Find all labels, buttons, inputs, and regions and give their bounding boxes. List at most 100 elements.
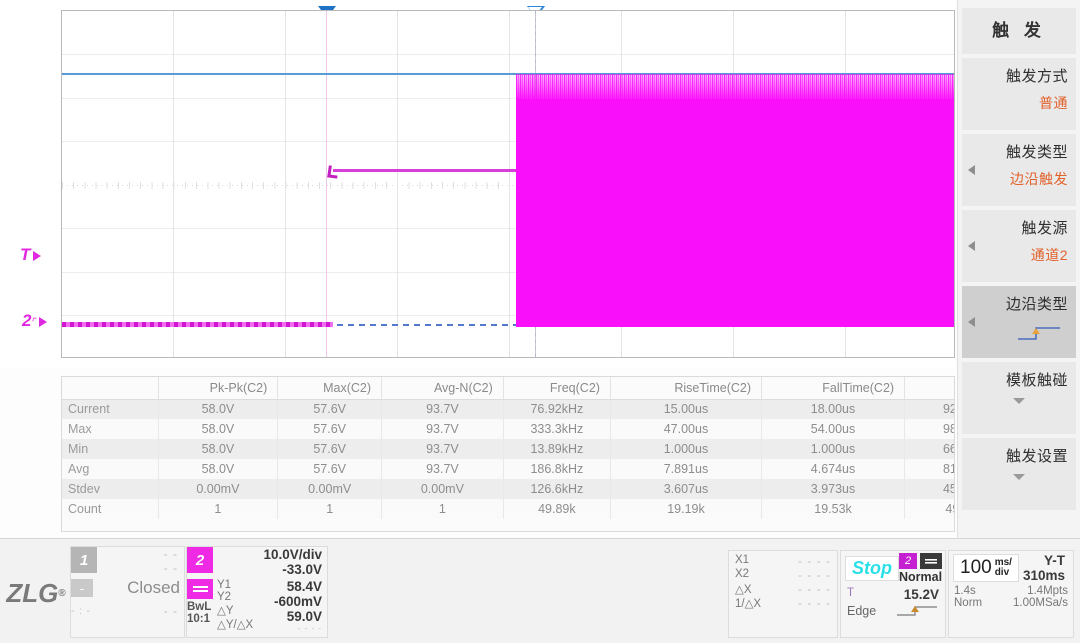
cursor-measurement-panel[interactable]: X1 - - - - X2 - - - - △X - - - - 1/△X - …: [728, 550, 838, 638]
channel2-bandwidth-limit[interactable]: BwL: [187, 601, 217, 613]
table-cell: 1.000us: [762, 439, 905, 459]
menu-item-trigger-source[interactable]: 触发源 通道2: [962, 210, 1076, 282]
menu-item-value: 通道2: [970, 244, 1068, 266]
menu-item-label: 触发设置: [970, 446, 1068, 468]
trigger-type-label[interactable]: Edge: [847, 604, 876, 618]
table-row-label: Current: [62, 399, 158, 419]
table-cell: 0.00mV: [158, 479, 278, 499]
table-row[interactable]: Stdev 0.00mV 0.00mV 0.00mV 126.6kHz 3.60…: [62, 479, 955, 499]
waveform-trace-mid-segment: [333, 169, 517, 172]
trigger-level-indicator[interactable]: T: [20, 245, 41, 265]
cursor-line-left[interactable]: [326, 11, 327, 357]
table-header-rowlabel: [62, 377, 158, 399]
timebase-panel[interactable]: 100 ms/ div Y-T 310ms 1.4s 1.4Mpts Norm …: [948, 550, 1074, 638]
sidebar-title: 触 发: [962, 8, 1076, 54]
menu-item-edge-type[interactable]: 边沿类型: [962, 286, 1076, 358]
channel1-badge[interactable]: 1: [71, 547, 97, 573]
channel2-y2-value: -600mV: [257, 594, 322, 609]
timebase-sample-rate: 1.00MSa/s: [982, 597, 1068, 609]
table-cell: 58.0V: [158, 419, 278, 439]
waveform-plot-area[interactable]: T 2⌜: [0, 0, 955, 368]
table-header-cell[interactable]: Max(C2): [278, 377, 382, 399]
channel1-panel[interactable]: 1 - - - - - Closed - : - - -: [70, 546, 185, 638]
table-row[interactable]: Current 58.0V 57.6V 93.7V 76.92kHz 15.00…: [62, 399, 955, 419]
menu-item-label: 触发类型: [970, 142, 1068, 164]
menu-item-template-touch[interactable]: 模板触碰: [962, 362, 1076, 434]
trigger-menu-sidebar[interactable]: 触 发 触发方式 普通 触发类型 边沿触发 触发源 通道2 边沿类型: [957, 0, 1080, 538]
channel2-ground-indicator[interactable]: 2⌜: [22, 311, 47, 331]
run-stop-state[interactable]: Stop: [845, 556, 899, 581]
waveform-trace-low-segment: [62, 322, 333, 327]
table-cell: 3.973us: [762, 479, 905, 499]
table-cell: 58.0V: [158, 439, 278, 459]
zlg-logo: ZLG®: [6, 548, 66, 638]
table-row[interactable]: Max 58.0V 57.6V 93.7V 333.3kHz 47.00us 5…: [62, 419, 955, 439]
table-cell: 18.00us: [762, 399, 905, 419]
channel2-y2-label: Y2: [217, 591, 257, 603]
channel2-panel[interactable]: 2 10.0V/div -33.0V BwL 10:1 Y1 Y2 △Y △Y/…: [186, 546, 328, 638]
table-row[interactable]: Min 58.0V 57.6V 93.7V 13.89kHz 1.000us 1…: [62, 439, 955, 459]
menu-item-trigger-type[interactable]: 触发类型 边沿触发: [962, 134, 1076, 206]
timebase-scale[interactable]: 100 ms/ div: [953, 554, 1019, 582]
channel2-coupling-badge[interactable]: [187, 579, 213, 599]
channel1-coupling-badge[interactable]: -: [71, 579, 93, 597]
menu-item-trigger-mode[interactable]: 触发方式 普通: [962, 58, 1076, 130]
channel2-dy-label: △Y: [217, 603, 257, 617]
measurement-table[interactable]: Pk-Pk(C2) Max(C2) Avg-N(C2) Freq(C2) Ris…: [61, 376, 955, 532]
ground-icon: ⌜: [31, 317, 36, 329]
table-cell: 93.7V: [382, 439, 504, 459]
table-cell: 57.6V: [278, 459, 382, 479]
table-cell: 76.92kHz: [503, 399, 610, 419]
table-header-cell[interactable]: FallTime(C2): [762, 377, 905, 399]
timebase-mode[interactable]: Y-T: [1019, 553, 1065, 568]
timebase-total-time: 1.4s: [954, 585, 976, 597]
chevron-left-icon: [968, 317, 975, 327]
channel1-probe-label: - : -: [71, 606, 91, 617]
table-cell: 66.67%: [905, 439, 955, 459]
table-header-cell[interactable]: Avg-N(C2): [382, 377, 504, 399]
table-cell: 92.31%: [905, 399, 955, 419]
table-row-label: Avg: [62, 459, 158, 479]
channel1-scale-value: - -: [97, 547, 178, 561]
timebase-acq-mode[interactable]: Norm: [954, 597, 982, 609]
arrow-right-icon: [39, 317, 47, 327]
menu-item-value: 边沿触发: [970, 168, 1068, 190]
table-header-cell[interactable]: RiseTime(C2): [610, 377, 761, 399]
cursor-x1-label: X1: [735, 554, 775, 568]
trigger-source-badge[interactable]: 2: [899, 553, 917, 569]
menu-item-label: 模板触碰: [970, 370, 1068, 392]
trigger-level-value: 15.2V: [854, 587, 939, 602]
table-cell: 126.6kHz: [503, 479, 610, 499]
table-row[interactable]: Count 1 1 1 49.89k 19.19k 19.53k 49.89k: [62, 499, 955, 519]
table-header-cell[interactable]: Freq(C2): [503, 377, 610, 399]
table-header-cell[interactable]: +Duty(C2): [905, 377, 955, 399]
table-cell: 333.3kHz: [503, 419, 610, 439]
table-row-label: Stdev: [62, 479, 158, 499]
menu-item-trigger-setup[interactable]: 触发设置: [962, 438, 1076, 510]
measurement-table-element: Pk-Pk(C2) Max(C2) Avg-N(C2) Freq(C2) Ris…: [62, 377, 955, 519]
chevron-down-icon: [1013, 398, 1025, 404]
logo-text: ZLG: [6, 578, 58, 609]
table-cell: 58.0V: [158, 459, 278, 479]
trigger-level-indicator-label: T: [20, 245, 31, 264]
table-row[interactable]: Avg 58.0V 57.6V 93.7V 186.8kHz 7.891us 4…: [62, 459, 955, 479]
table-row-label: Min: [62, 439, 158, 459]
timebase-delay: 310ms: [1019, 568, 1065, 583]
cursor-dx-label: △X: [735, 582, 775, 596]
cursor-x1-value: - - - -: [775, 554, 831, 568]
channel2-badge[interactable]: 2: [187, 547, 213, 573]
cursor-x2-value: - - - -: [775, 568, 831, 582]
table-cell: 13.89kHz: [503, 439, 610, 459]
gridline-vertical: [509, 11, 510, 357]
menu-item-label: 触发方式: [970, 66, 1068, 88]
trigger-status-panel[interactable]: Stop 2 Normal T 15.2V Edge: [840, 550, 946, 638]
waveform-grid[interactable]: [61, 10, 955, 358]
logo-registered-mark: ®: [58, 588, 65, 599]
table-header-cell[interactable]: Pk-Pk(C2): [158, 377, 278, 399]
channel2-probe-ratio[interactable]: 10:1: [187, 613, 217, 625]
waveform-burst-noise-band: [516, 74, 955, 104]
table-cell: 57.6V: [278, 399, 382, 419]
coupling-line: [193, 590, 208, 592]
trigger-sweep-mode[interactable]: Normal: [899, 570, 942, 584]
table-cell: 19.53k: [762, 499, 905, 519]
